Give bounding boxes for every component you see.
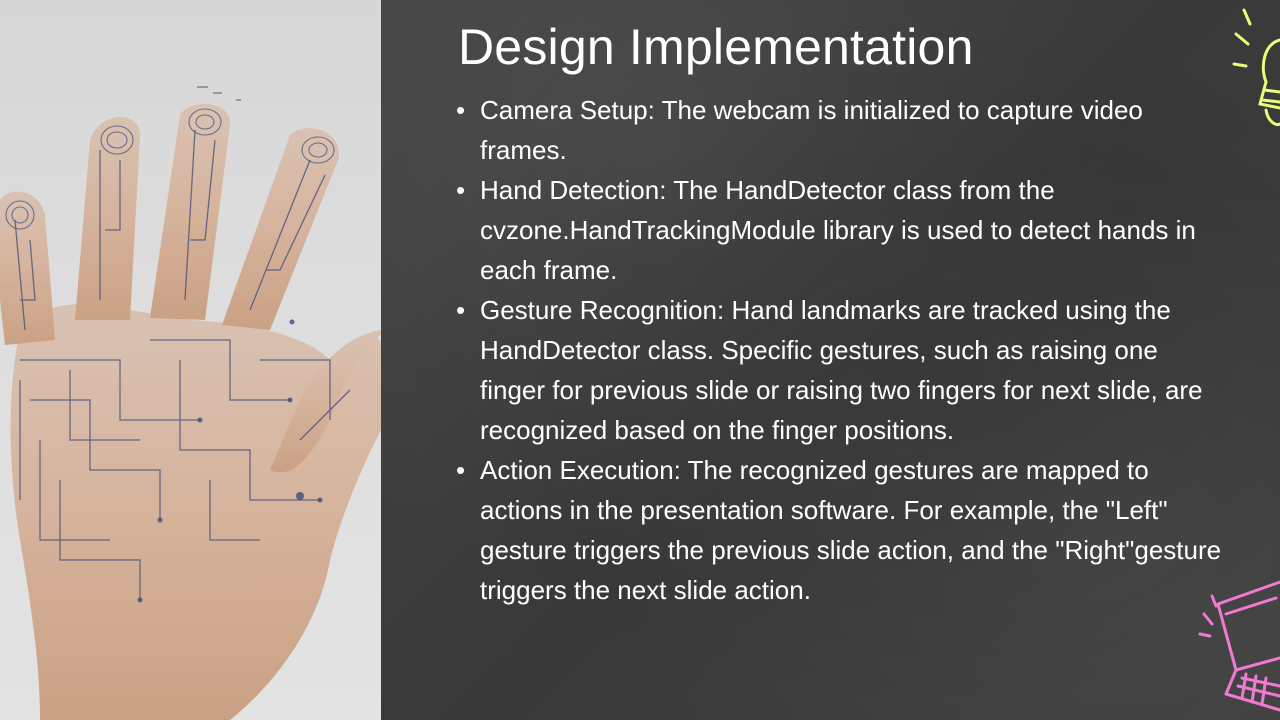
- slide-title: Design Implementation: [458, 19, 974, 75]
- hand-illustration: [0, 86, 381, 720]
- bullet-gesture-recognition: Gesture Recognition: Hand landmarks are …: [452, 290, 1222, 450]
- bullet-camera-setup: Camera Setup: The webcam is initialized …: [452, 90, 1222, 170]
- bullet-action-execution: Action Execution: The recognized gesture…: [452, 450, 1222, 610]
- circuit-hand-image: [0, 0, 381, 720]
- laptop-doodle-icon: [1198, 580, 1280, 712]
- bullet-list: Camera Setup: The webcam is initialized …: [452, 90, 1222, 610]
- bullet-hand-detection: Hand Detection: The HandDetector class f…: [452, 170, 1222, 290]
- lightbulb-doodle-icon: [1232, 8, 1280, 126]
